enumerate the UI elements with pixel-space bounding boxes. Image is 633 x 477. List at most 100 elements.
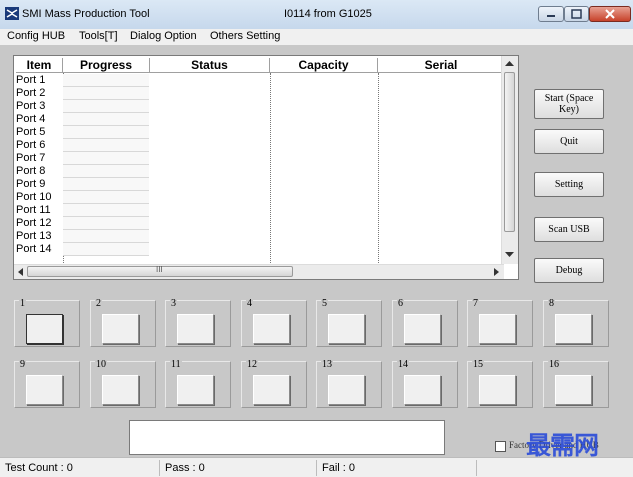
start-button[interactable]: Start (Space Key) (534, 89, 604, 119)
scroll-grip: III (156, 265, 163, 274)
slot-number: 1 (19, 298, 26, 309)
port-slot-10: 10 (90, 359, 156, 408)
minimize-button[interactable] (538, 6, 564, 22)
list-item-port[interactable]: Port 8 (16, 165, 64, 178)
progress-cell (63, 152, 149, 165)
port-status-box[interactable] (328, 375, 365, 405)
column-divider (270, 73, 271, 267)
col-header-serial[interactable]: Serial (378, 58, 504, 72)
port-slot-7: 7 (467, 298, 533, 347)
app-icon (5, 7, 19, 20)
list-item-port[interactable]: Port 5 (16, 126, 64, 139)
list-item-port[interactable]: Port 14 (16, 243, 64, 256)
port-slot-13: 13 (316, 359, 382, 408)
setting-button-label: Setting (554, 179, 584, 190)
scan-usb-button-label: Scan USB (548, 224, 590, 235)
list-item-port[interactable]: Port 6 (16, 139, 64, 152)
close-button[interactable] (589, 6, 631, 22)
list-item-port[interactable]: Port 1 (16, 74, 64, 87)
debug-button[interactable]: Debug (534, 258, 604, 283)
port-status-box[interactable] (102, 314, 139, 344)
maximize-button[interactable] (564, 6, 589, 22)
scroll-down-icon[interactable] (505, 252, 514, 258)
col-header-status[interactable]: Status (150, 58, 270, 72)
slot-number: 15 (472, 359, 484, 370)
scan-usb-button[interactable]: Scan USB (534, 217, 604, 242)
list-item-port[interactable]: Port 11 (16, 204, 64, 217)
port-slot-3: 3 (165, 298, 231, 347)
debug-button-label: Debug (555, 265, 583, 276)
scroll-left-icon[interactable] (17, 268, 23, 276)
list-item-port[interactable]: Port 2 (16, 87, 64, 100)
menu-others-setting[interactable]: Others Setting (210, 30, 280, 42)
menu-tools[interactable]: Tools[T] (79, 30, 118, 42)
slot-number: 13 (321, 359, 333, 370)
col-header-capacity[interactable]: Capacity (270, 58, 378, 72)
quit-button-label: Quit (560, 136, 578, 147)
port-slot-5: 5 (316, 298, 382, 347)
port-slot-6: 6 (392, 298, 458, 347)
main-window: SMI Mass Production Tool I0114 from G102… (0, 0, 633, 477)
port-status-box[interactable] (177, 314, 214, 344)
slot-number: 10 (95, 359, 107, 370)
title-bar[interactable]: SMI Mass Production Tool I0114 from G102… (0, 0, 633, 29)
vertical-scroll-thumb[interactable] (504, 72, 515, 232)
status-pass: Pass : 0 (160, 460, 317, 476)
slot-number: 7 (472, 298, 479, 309)
port-list[interactable]: Item Progress Status Capacity Serial Por… (13, 55, 519, 280)
list-item-port[interactable]: Port 3 (16, 100, 64, 113)
slot-number: 3 (170, 298, 177, 309)
port-status-box[interactable] (328, 314, 365, 344)
port-status-box[interactable] (26, 314, 63, 344)
port-status-box[interactable] (404, 375, 441, 405)
scroll-right-icon[interactable] (494, 268, 500, 276)
slot-number: 12 (246, 359, 258, 370)
progress-cell (63, 139, 149, 152)
horizontal-scrollbar[interactable]: III (14, 264, 504, 279)
progress-cell (63, 243, 149, 256)
progress-cell (63, 178, 149, 191)
port-status-box[interactable] (555, 375, 592, 405)
status-test-count: Test Count : 0 (0, 460, 160, 476)
port-slot-15: 15 (467, 359, 533, 408)
header-divider (16, 72, 504, 73)
list-item-port[interactable]: Port 4 (16, 113, 64, 126)
port-status-box[interactable] (404, 314, 441, 344)
port-status-box[interactable] (479, 375, 516, 405)
close-icon (605, 9, 615, 19)
progress-cell (63, 204, 149, 217)
port-slot-1: 1 (14, 298, 80, 347)
slot-number: 5 (321, 298, 328, 309)
list-item-port[interactable]: Port 10 (16, 191, 64, 204)
factory-driver-checkbox[interactable] (495, 441, 506, 452)
port-status-box[interactable] (102, 375, 139, 405)
status-fail: Fail : 0 (317, 460, 477, 476)
progress-cell (63, 87, 149, 100)
maximize-icon (571, 9, 582, 19)
vertical-scrollbar[interactable] (501, 56, 518, 264)
slot-number: 4 (246, 298, 253, 309)
port-status-box[interactable] (253, 375, 290, 405)
progress-cell (63, 74, 149, 87)
slot-number: 11 (170, 359, 182, 370)
port-status-box[interactable] (555, 314, 592, 344)
port-status-box[interactable] (26, 375, 63, 405)
port-status-box[interactable] (253, 314, 290, 344)
menu-config-hub[interactable]: Config HUB (7, 30, 65, 42)
progress-cell (63, 191, 149, 204)
horizontal-scroll-thumb[interactable]: III (27, 265, 293, 277)
port-status-box[interactable] (177, 375, 214, 405)
message-box[interactable] (129, 420, 445, 455)
port-status-box[interactable] (479, 314, 516, 344)
quit-button[interactable]: Quit (534, 129, 604, 154)
menu-dialog-option[interactable]: Dialog Option (130, 30, 197, 42)
list-item-port[interactable]: Port 12 (16, 217, 64, 230)
list-item-port[interactable]: Port 9 (16, 178, 64, 191)
setting-button[interactable]: Setting (534, 172, 604, 197)
list-item-port[interactable]: Port 13 (16, 230, 64, 243)
col-header-item[interactable]: Item (16, 58, 63, 72)
scroll-up-icon[interactable] (505, 60, 514, 66)
list-item-port[interactable]: Port 7 (16, 152, 64, 165)
col-header-progress[interactable]: Progress (63, 58, 150, 72)
slot-number: 9 (19, 359, 26, 370)
